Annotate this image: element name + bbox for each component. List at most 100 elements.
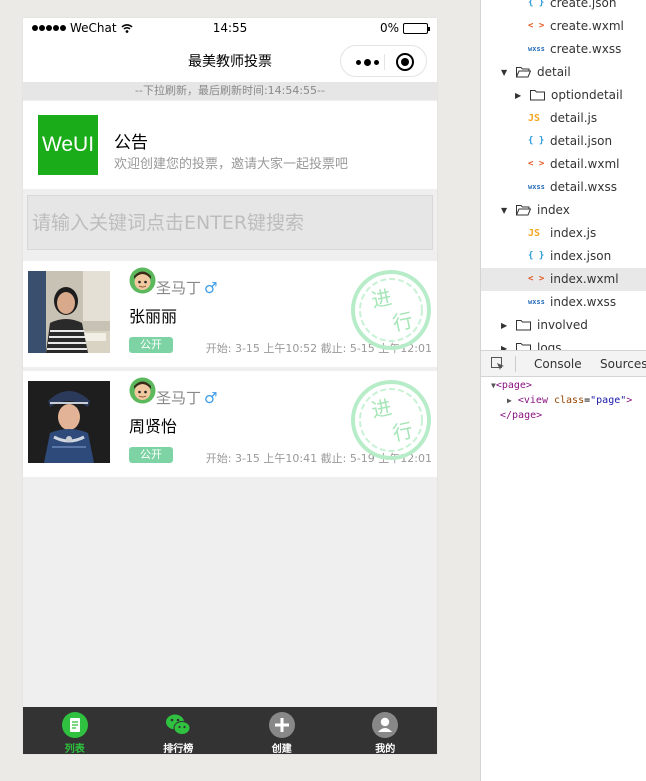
phone-simulator: WeChat 14:55 0% 最美教师投票 --下拉刷新，最后刷新时间:14:… [23, 18, 437, 754]
tab-mine-label: 我的 [375, 744, 396, 754]
collapsed-arrow-icon[interactable]: ▶ [501, 337, 507, 350]
dom-tag: > [626, 395, 633, 406]
json-file-icon: { } [528, 136, 545, 146]
tree-item-label: detail.wxml [550, 157, 620, 171]
tree-item[interactable]: { } index.json [481, 245, 646, 268]
expanded-arrow-icon[interactable]: ▼ [501, 61, 507, 84]
tree-item[interactable]: ▼ detail [481, 61, 646, 84]
author-label: 圣马丁 [156, 389, 202, 407]
tree-item[interactable]: ▼ index [481, 199, 646, 222]
wechat-icon [166, 714, 191, 735]
notice-panel[interactable]: WeUI 公告 欢迎创建您的投票，邀请大家一起投票吧 [23, 101, 437, 189]
tree-item-label: index.wxss [550, 295, 617, 309]
json-file-icon: { } [528, 0, 545, 8]
search-input[interactable] [28, 196, 432, 249]
more-icon[interactable] [350, 54, 384, 70]
tree-item[interactable]: < > create.wxml [481, 15, 646, 38]
tab-create[interactable]: 创建 [230, 707, 334, 754]
author-avatar [129, 377, 156, 404]
tree-item-label: involved [537, 318, 588, 332]
tree-item[interactable]: ▶ optiondetail [481, 84, 646, 107]
tree-item-label: detail.wxss [550, 180, 617, 194]
tree-item-label: detail [537, 65, 571, 79]
inspect-icon[interactable] [491, 357, 505, 371]
close-icon[interactable] [396, 53, 414, 71]
battery-area: 0% [379, 21, 430, 35]
battery-percent: 0% [379, 21, 399, 35]
tree-item-label: logs [537, 341, 562, 350]
tab-bar: 列表 排行榜 创建 我的 [23, 707, 437, 754]
status-time: 14:55 [212, 21, 248, 35]
tab-divider [515, 356, 516, 372]
tree-item-label: optiondetail [551, 88, 623, 102]
devtools-panel: { } create.json < > create.wxml wxss create.w… [480, 0, 646, 781]
dom-tree: ▼<page> ▶ <view class="page"> </page> [481, 378, 646, 423]
tree-item-label: index.wxml [550, 272, 619, 286]
tree-item[interactable]: JS index.js [481, 222, 646, 245]
svg-text:进: 进 [369, 285, 394, 313]
js-file-icon: JS [528, 228, 541, 239]
public-badge: 公开 [129, 447, 173, 463]
notice-title: 公告 [114, 133, 148, 153]
tab-console[interactable]: Console [534, 357, 582, 371]
nav-bar: 最美教师投票 [23, 38, 437, 82]
capsule-divider [384, 54, 385, 70]
wxss-file-icon: wxss [528, 45, 545, 53]
tree-item-label: create.wxss [550, 42, 622, 56]
author-name: 圣马丁 ♂ [156, 387, 217, 408]
tree-item[interactable]: JS detail.js [481, 107, 646, 130]
teacher-name: 周贤怡 [129, 417, 178, 436]
folder-icon [516, 343, 531, 350]
svg-text:行: 行 [390, 418, 415, 446]
author-label: 圣马丁 [156, 279, 202, 297]
dom-attr-value: "page" [590, 395, 627, 406]
folder-open-icon [516, 205, 531, 216]
tree-item[interactable]: { } create.json [481, 0, 646, 15]
tree-item[interactable]: < > detail.wxml [481, 153, 646, 176]
tab-ranking[interactable]: 排行榜 [127, 707, 231, 754]
search-box [27, 195, 433, 250]
male-icon: ♂ [204, 389, 218, 407]
vote-card[interactable]: 圣马丁 ♂ 周贤怡 公开 开始: 3-15 上午10:41 截止: 5-19 上午… [23, 371, 437, 477]
tab-list[interactable]: 列表 [23, 707, 127, 754]
tree-item[interactable]: wxss create.wxss [481, 38, 646, 61]
tree-item-label: create.wxml [550, 19, 624, 33]
author-name: 圣马丁 ♂ [156, 277, 217, 298]
tab-sources[interactable]: Sources [600, 357, 646, 371]
tree-item-label: index.json [550, 249, 612, 263]
dom-tag: </page> [500, 410, 543, 421]
svg-text:进: 进 [369, 395, 394, 423]
male-icon: ♂ [204, 279, 218, 297]
tree-item-label: detail.json [550, 134, 613, 148]
tree-item[interactable]: ▶ involved [481, 314, 646, 337]
devtools-tabbar: Console Sources [481, 350, 646, 377]
tree-item[interactable]: wxss index.wxss [481, 291, 646, 314]
js-file-icon: JS [528, 113, 541, 124]
wxss-file-icon: wxss [528, 298, 545, 306]
collapsed-arrow-icon[interactable]: ▶ [515, 84, 521, 107]
in-progress-stamp-icon: 进 行 [351, 380, 431, 460]
dom-line[interactable]: </page> [481, 408, 646, 423]
tab-mine[interactable]: 我的 [334, 707, 438, 754]
vote-card[interactable]: 圣马丁 ♂ 张丽丽 公开 开始: 3-15 上午10:52 截止: 5-15 上午… [23, 261, 437, 367]
notice-desc: 欢迎创建您的投票，邀请大家一起投票吧 [114, 157, 349, 172]
battery-icon [403, 22, 430, 34]
collapsed-arrow-icon[interactable]: ▶ [501, 314, 507, 337]
dom-line[interactable]: ▼<page> [481, 378, 646, 393]
dom-line[interactable]: ▶ <view class="page"> [481, 393, 646, 408]
collapse-arrow-icon[interactable]: ▶ [507, 396, 512, 405]
weui-logo: WeUI [38, 115, 98, 175]
capsule-menu [340, 45, 427, 77]
dom-tag: <page> [495, 380, 532, 391]
refresh-hint: --下拉刷新，最后刷新时间:14:54:55-- [23, 82, 437, 100]
expanded-arrow-icon[interactable]: ▼ [501, 199, 507, 222]
tree-item[interactable]: { } detail.json [481, 130, 646, 153]
tree-item-label: create.json [550, 0, 617, 10]
tree-item[interactable]: < > index.wxml [481, 268, 646, 291]
folder-open-icon [516, 67, 531, 78]
wxml-file-icon: < > [528, 274, 545, 284]
tree-item[interactable]: wxss detail.wxss [481, 176, 646, 199]
tree-item[interactable]: ▶ logs [481, 337, 646, 350]
tab-list-label: 列表 [64, 744, 85, 754]
list-icon [61, 712, 88, 738]
